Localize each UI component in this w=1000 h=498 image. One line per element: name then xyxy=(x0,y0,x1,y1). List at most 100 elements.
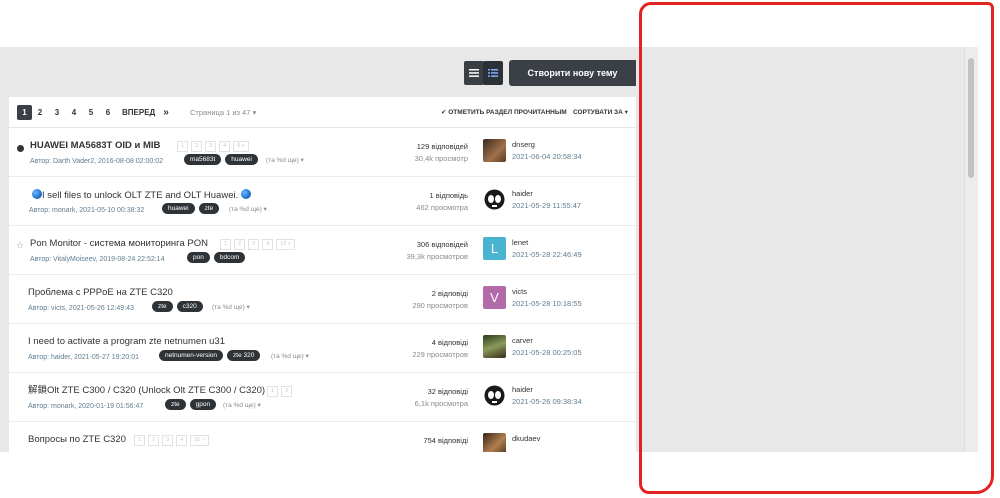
page-link-2[interactable]: 2 xyxy=(35,105,45,120)
reply-count: 754 відповіді xyxy=(423,436,468,445)
tag[interactable]: huawei xyxy=(225,154,258,165)
topic-row[interactable]: Вопросы по ZTE C320 1 2 3 4 31 » 754 від… xyxy=(9,422,636,452)
list-view-button[interactable] xyxy=(464,61,484,85)
topic-stats: 1 відповідь 462 просмотра xyxy=(416,190,468,214)
tag[interactable]: gpon xyxy=(189,399,217,410)
last-post-user[interactable]: haider xyxy=(512,384,582,396)
topic-meta: Автор: monark, 2020-01-19 01:56:47 xyxy=(28,403,144,410)
tag[interactable]: zte xyxy=(165,399,186,410)
tag[interactable]: pon xyxy=(187,252,210,263)
topic-row[interactable]: ☆ Pon Monitor - система мониторинга PON … xyxy=(9,226,636,275)
avatar[interactable] xyxy=(483,433,506,452)
tag[interactable]: zte 320 xyxy=(227,350,261,361)
last-post-user[interactable]: carver xyxy=(512,335,582,347)
tag[interactable]: bdcom xyxy=(213,252,246,263)
last-post-user[interactable]: dnserg xyxy=(512,139,582,151)
sort-dropdown[interactable]: СОРТУВАТИ ЗА ▾ xyxy=(570,105,631,120)
mini-page-link[interactable]: 2 xyxy=(234,239,246,250)
last-post-date[interactable]: 2021-05-28 00:25:05 xyxy=(512,347,582,359)
more-tags-dropdown[interactable]: (та %d ще) ▾ xyxy=(223,401,261,410)
mini-page-link[interactable]: 4 xyxy=(262,239,274,250)
tag[interactable]: c320 xyxy=(176,301,203,312)
avatar[interactable] xyxy=(483,139,506,162)
mini-page-link[interactable]: 31 » xyxy=(190,435,209,446)
mark-read-button[interactable]: ✔ ОТМЕТИТЬ РАЗДЕЛ ПРОЧИТАННЫМ xyxy=(436,105,572,120)
last-post-user[interactable]: lenet xyxy=(512,237,582,249)
last-page-link[interactable]: » xyxy=(161,105,171,120)
topic-row[interactable]: I need to activate a program zte netnume… xyxy=(9,324,636,373)
tag[interactable]: netnumen-version xyxy=(159,350,224,361)
topic-title[interactable]: HUAWEI MA5683T OID и MIB xyxy=(30,140,160,152)
last-post-date[interactable]: 2021-05-26 09:38:34 xyxy=(512,396,582,408)
star-icon[interactable]: ☆ xyxy=(16,240,24,250)
last-post-user[interactable]: dkudaev xyxy=(512,433,540,445)
tag[interactable]: zte xyxy=(198,203,220,214)
tag-list: zte gpon xyxy=(165,399,217,410)
avatar[interactable] xyxy=(483,335,506,358)
topic-title[interactable]: Проблема с PPPoE на ZTE C320 xyxy=(28,287,173,299)
page-link-5[interactable]: 5 xyxy=(86,105,96,120)
topic-title[interactable]: Pon Monitor - система мониторинга PON xyxy=(30,238,208,250)
avatar[interactable]: V xyxy=(483,286,506,309)
topic-mini-pager: 1 2 3 4 31 » xyxy=(134,435,209,446)
mini-page-link[interactable]: 6 » xyxy=(233,141,249,152)
mini-page-link[interactable]: 1 xyxy=(220,239,232,250)
tag[interactable]: ma5683t xyxy=(184,154,222,165)
page-link-1[interactable]: 1 xyxy=(17,105,32,120)
mini-page-link[interactable]: 1 xyxy=(134,435,146,446)
last-post-date[interactable]: 2021-05-29 11:55:47 xyxy=(512,200,581,212)
last-post-info: dnserg 2021-06-04 20:58:34 xyxy=(512,139,582,163)
reply-count: 129 відповідей xyxy=(416,142,468,151)
avatar[interactable] xyxy=(483,384,506,407)
topic-title[interactable]: I need to activate a program zte netnume… xyxy=(28,336,225,348)
page-link-4[interactable]: 4 xyxy=(69,105,79,120)
tag[interactable]: huawei xyxy=(162,203,195,214)
avatar[interactable]: L xyxy=(483,237,506,260)
reply-count: 1 відповідь xyxy=(429,191,468,200)
topic-row[interactable]: Проблема с PPPoE на ZTE C320 Автор: vict… xyxy=(9,275,636,324)
topic-row[interactable]: I sell files to unlock OLT ZTE and OLT H… xyxy=(9,177,636,226)
mini-page-link[interactable]: 1 xyxy=(267,386,279,397)
last-post-date[interactable]: 2021-05-28 10:18:55 xyxy=(512,298,582,310)
topic-stats: 2 відповіді 290 просмотров xyxy=(412,288,468,312)
more-tags-dropdown[interactable]: (та %d ще) ▾ xyxy=(271,352,309,361)
more-tags-dropdown[interactable]: (та %d ще) ▾ xyxy=(229,205,267,214)
tag[interactable]: zte xyxy=(152,301,173,312)
mini-page-link[interactable]: 2 xyxy=(191,141,203,152)
page-link-3[interactable]: 3 xyxy=(52,105,62,120)
topic-title[interactable]: I sell files to unlock OLT ZTE and OLT H… xyxy=(42,190,238,201)
more-tags-dropdown[interactable]: (та %d ще) ▾ xyxy=(212,303,250,312)
topic-meta: Автор: haider, 2021-05-27 19:20:01 xyxy=(28,354,139,361)
mini-page-link[interactable]: 4 xyxy=(219,141,231,152)
last-post-user[interactable]: haider xyxy=(512,188,581,200)
scrollbar-thumb[interactable] xyxy=(968,58,974,178)
detail-view-button[interactable] xyxy=(483,61,503,85)
more-tags-dropdown[interactable]: (та %d ще) ▾ xyxy=(266,156,304,165)
topic-title[interactable]: Вопросы по ZTE C320 xyxy=(28,434,126,446)
mini-page-link[interactable]: 3 xyxy=(248,239,260,250)
last-post-user[interactable]: victs xyxy=(512,286,582,298)
next-page-link[interactable]: ВПЕРЕД xyxy=(122,105,155,120)
avatar[interactable] xyxy=(483,188,506,211)
mini-page-link[interactable]: 2 xyxy=(148,435,160,446)
mini-page-link[interactable]: 2 xyxy=(281,386,293,397)
detail-view-icon xyxy=(488,69,498,77)
mini-page-link[interactable]: 3 xyxy=(205,141,217,152)
topic-title[interactable]: 解鎖Olt ZTE C300 / C320 (Unlock Olt ZTE C3… xyxy=(28,385,265,397)
last-post-date[interactable]: 2021-06-04 20:58:34 xyxy=(512,151,582,163)
last-post-date[interactable]: 2021-05-28 22:46:49 xyxy=(512,249,582,261)
mini-page-link[interactable]: 13 » xyxy=(276,239,295,250)
topic-row[interactable]: 解鎖Olt ZTE C300 / C320 (Unlock Olt ZTE C3… xyxy=(9,373,636,422)
mini-page-link[interactable]: 1 xyxy=(177,141,189,152)
topic-row[interactable]: HUAWEI MA5683T OID и MIB 1 2 3 4 6 » Авт… xyxy=(9,128,636,177)
blue-circle-icon xyxy=(32,189,42,199)
page-jump-dropdown[interactable]: Страница 1 из 47 ▾ xyxy=(190,105,256,120)
topic-title-wrap[interactable]: I sell files to unlock OLT ZTE and OLT H… xyxy=(32,189,251,202)
list-view-icon xyxy=(469,69,479,77)
topic-mini-pager: 1 2 xyxy=(267,386,293,397)
reply-count: 4 відповіді xyxy=(431,338,468,347)
create-topic-button[interactable]: Створити нову тему xyxy=(509,60,636,86)
mini-page-link[interactable]: 3 xyxy=(162,435,174,446)
page-link-6[interactable]: 6 xyxy=(103,105,113,120)
mini-page-link[interactable]: 4 xyxy=(176,435,188,446)
